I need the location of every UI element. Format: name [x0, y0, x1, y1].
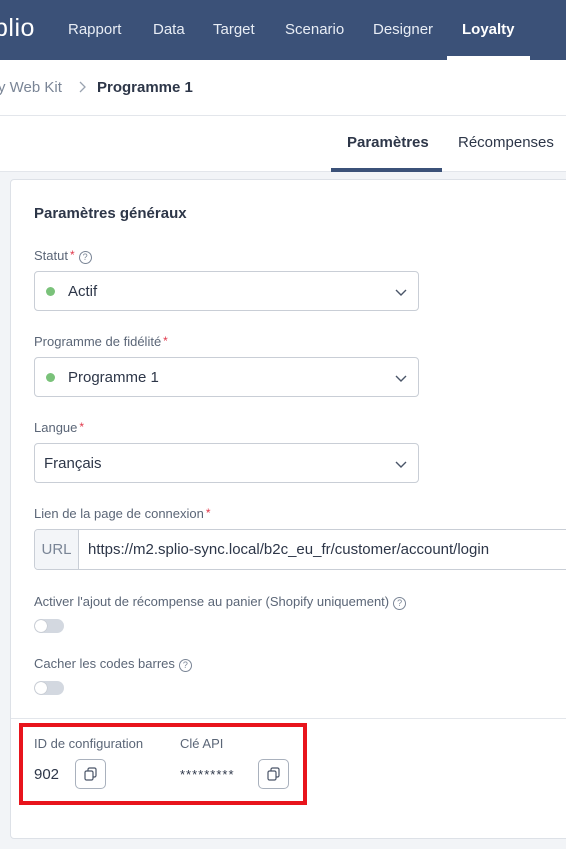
tab-recompenses[interactable]: Récompenses	[458, 134, 554, 151]
tabs: Paramètres Récompenses	[0, 116, 566, 172]
chevron-down-icon	[395, 289, 407, 296]
login-url-input[interactable]: URL https://m2.splio-sync.local/b2c_eu_f…	[34, 529, 566, 570]
programme-label-text: Programme de fidélité	[34, 334, 162, 349]
statut-label-text: Statut	[34, 248, 68, 263]
app-logo: plio	[0, 14, 35, 42]
toggle-knob	[35, 620, 47, 632]
nav-item-designer[interactable]: Designer	[373, 21, 433, 38]
lien-label-text: Lien de la page de connexion	[34, 506, 204, 521]
nav-item-data[interactable]: Data	[153, 21, 185, 38]
langue-value: Français	[44, 455, 102, 472]
divider	[11, 718, 566, 719]
barcodes-toggle-label-text: Cacher les codes barres	[34, 656, 175, 671]
tab-parametres[interactable]: Paramètres	[347, 134, 429, 151]
langue-label: Langue *	[34, 420, 84, 435]
statut-label: Statut *?	[34, 248, 92, 264]
lien-label: Lien de la page de connexion *	[34, 506, 211, 521]
breadcrumb-current: Programme 1	[97, 79, 193, 96]
breadcrumb: y Web Kit Programme 1	[0, 60, 566, 116]
langue-select[interactable]: Français	[34, 443, 419, 483]
help-icon[interactable]: ?	[393, 597, 407, 610]
help-icon[interactable]: ?	[78, 251, 92, 264]
login-url-value[interactable]: https://m2.splio-sync.local/b2c_eu_fr/cu…	[88, 541, 489, 558]
statut-value: Actif	[68, 283, 98, 300]
status-dot-icon	[46, 373, 55, 382]
url-prefix: URL	[35, 530, 79, 569]
barcodes-toggle[interactable]	[34, 681, 64, 695]
chevron-down-icon	[395, 461, 407, 468]
highlight-annotation	[19, 723, 307, 805]
status-dot-icon	[46, 287, 55, 296]
section-title: Paramètres généraux	[34, 205, 187, 222]
top-navigation: plio Rapport Data Target Scenario Design…	[0, 0, 566, 60]
reward-toggle-label-text: Activer l'ajout de récompense au panier …	[34, 594, 390, 609]
required-marker: *	[79, 420, 85, 434]
help-icon[interactable]: ?	[178, 659, 192, 672]
nav-item-scenario[interactable]: Scenario	[285, 21, 344, 38]
required-marker: *	[205, 506, 211, 520]
toggle-knob	[35, 682, 47, 694]
barcodes-toggle-label: Cacher les codes barres?	[34, 656, 192, 672]
reward-toggle-label: Activer l'ajout de récompense au panier …	[34, 594, 407, 610]
required-marker: *	[69, 248, 75, 262]
chevron-right-icon	[79, 81, 86, 93]
chevron-down-icon	[395, 375, 407, 382]
langue-label-text: Langue	[34, 420, 78, 435]
breadcrumb-parent-link[interactable]: y Web Kit	[0, 79, 62, 96]
required-marker: *	[163, 334, 168, 348]
nav-item-rapport[interactable]: Rapport	[68, 21, 121, 38]
nav-item-loyalty[interactable]: Loyalty	[462, 21, 515, 38]
tab-active-indicator	[331, 168, 442, 172]
statut-select[interactable]: Actif	[34, 271, 419, 311]
nav-item-target[interactable]: Target	[213, 21, 255, 38]
programme-select[interactable]: Programme 1	[34, 357, 419, 397]
programme-value: Programme 1	[68, 369, 159, 386]
programme-label: Programme de fidélité *	[34, 334, 168, 349]
reward-toggle[interactable]	[34, 619, 64, 633]
